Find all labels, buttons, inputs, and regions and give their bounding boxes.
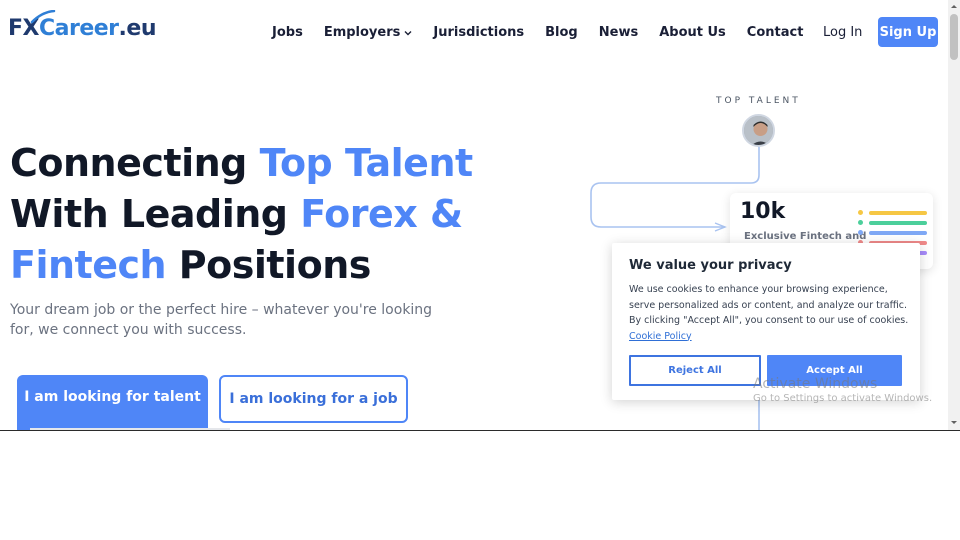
person-avatar-icon: [744, 116, 773, 145]
bar: [869, 220, 927, 225]
login-link[interactable]: Log In: [823, 25, 862, 40]
looking-for-talent-button[interactable]: I am looking for talent: [17, 375, 208, 430]
cookie-text: We use cookies to enhance your browsing …: [629, 282, 909, 344]
bar: [869, 210, 927, 215]
hero-title-accent2: Forex &: [300, 192, 463, 236]
cookie-body: We use cookies to enhance your browsing …: [629, 284, 909, 326]
scroll-thumb[interactable]: [950, 14, 958, 60]
logo-swoosh-icon: [30, 10, 56, 24]
watermark-line2: Go to Settings to activate Windows.: [753, 393, 933, 404]
hero-title-accent1: Top Talent: [259, 141, 474, 185]
hero-subtitle: Your dream job or the perfect hire – wha…: [10, 302, 433, 338]
menu-item-employers-label: Employers: [323, 25, 401, 40]
bar-dot: [858, 220, 863, 225]
stat-bar-row: [858, 230, 928, 235]
watermark-line1: Activate Windows: [753, 376, 878, 392]
menu-item-jobs[interactable]: Jobs: [272, 25, 303, 40]
blank-area-below-viewport: [0, 430, 960, 540]
logo-eu: .eu: [118, 16, 157, 41]
menu-item-employers[interactable]: Employers: [324, 25, 413, 40]
main-menu: Jobs Employers Jurisdictions Blog News A…: [272, 25, 824, 40]
hero-title: Connecting Top Talent With Leading Forex…: [10, 138, 530, 291]
menu-item-blog[interactable]: Blog: [545, 25, 578, 40]
cookie-policy-link[interactable]: Cookie Policy: [629, 331, 692, 342]
top-navigation: FX Career .eu Jobs Employers Jurisdictions…: [0, 0, 948, 66]
chevron-down-icon: [404, 30, 412, 35]
page-scrollbar[interactable]: [948, 0, 960, 430]
bar-dot: [858, 210, 863, 215]
scroll-up-arrow-icon[interactable]: [948, 2, 960, 10]
reject-all-button[interactable]: Reject All: [629, 355, 761, 386]
hero-title-accent3: Fintech: [10, 243, 167, 287]
hero-title-part1: Connecting: [10, 141, 260, 185]
site-logo[interactable]: FX Career .eu: [8, 10, 157, 41]
hero-title-part3: Positions: [166, 243, 372, 287]
avatar: [742, 114, 775, 147]
bar-dot: [858, 230, 863, 235]
signup-button[interactable]: Sign Up: [878, 17, 938, 47]
menu-item-contact[interactable]: Contact: [747, 25, 804, 40]
cookie-title: We value your privacy: [629, 258, 792, 273]
hero-title-part2: With Leading: [10, 192, 301, 236]
menu-item-news[interactable]: News: [599, 25, 638, 40]
bar: [869, 230, 927, 235]
stat-bar-row: [858, 210, 928, 215]
scroll-down-arrow-icon[interactable]: [948, 419, 960, 427]
menu-item-about-us[interactable]: About Us: [659, 25, 726, 40]
browser-viewport: FX Career .eu Jobs Employers Jurisdictions…: [0, 0, 960, 430]
looking-for-job-button[interactable]: I am looking for a job: [219, 375, 408, 423]
stat-number: 10k: [740, 199, 786, 224]
stat-bar-row: [858, 220, 928, 225]
top-talent-label: TOP TALENT: [716, 96, 801, 106]
windows-activation-watermark: Activate Windows Go to Settings to activ…: [753, 376, 932, 404]
stat-description: Exclusive Fintech and: [744, 231, 867, 242]
menu-item-jurisdictions[interactable]: Jurisdictions: [433, 25, 524, 40]
